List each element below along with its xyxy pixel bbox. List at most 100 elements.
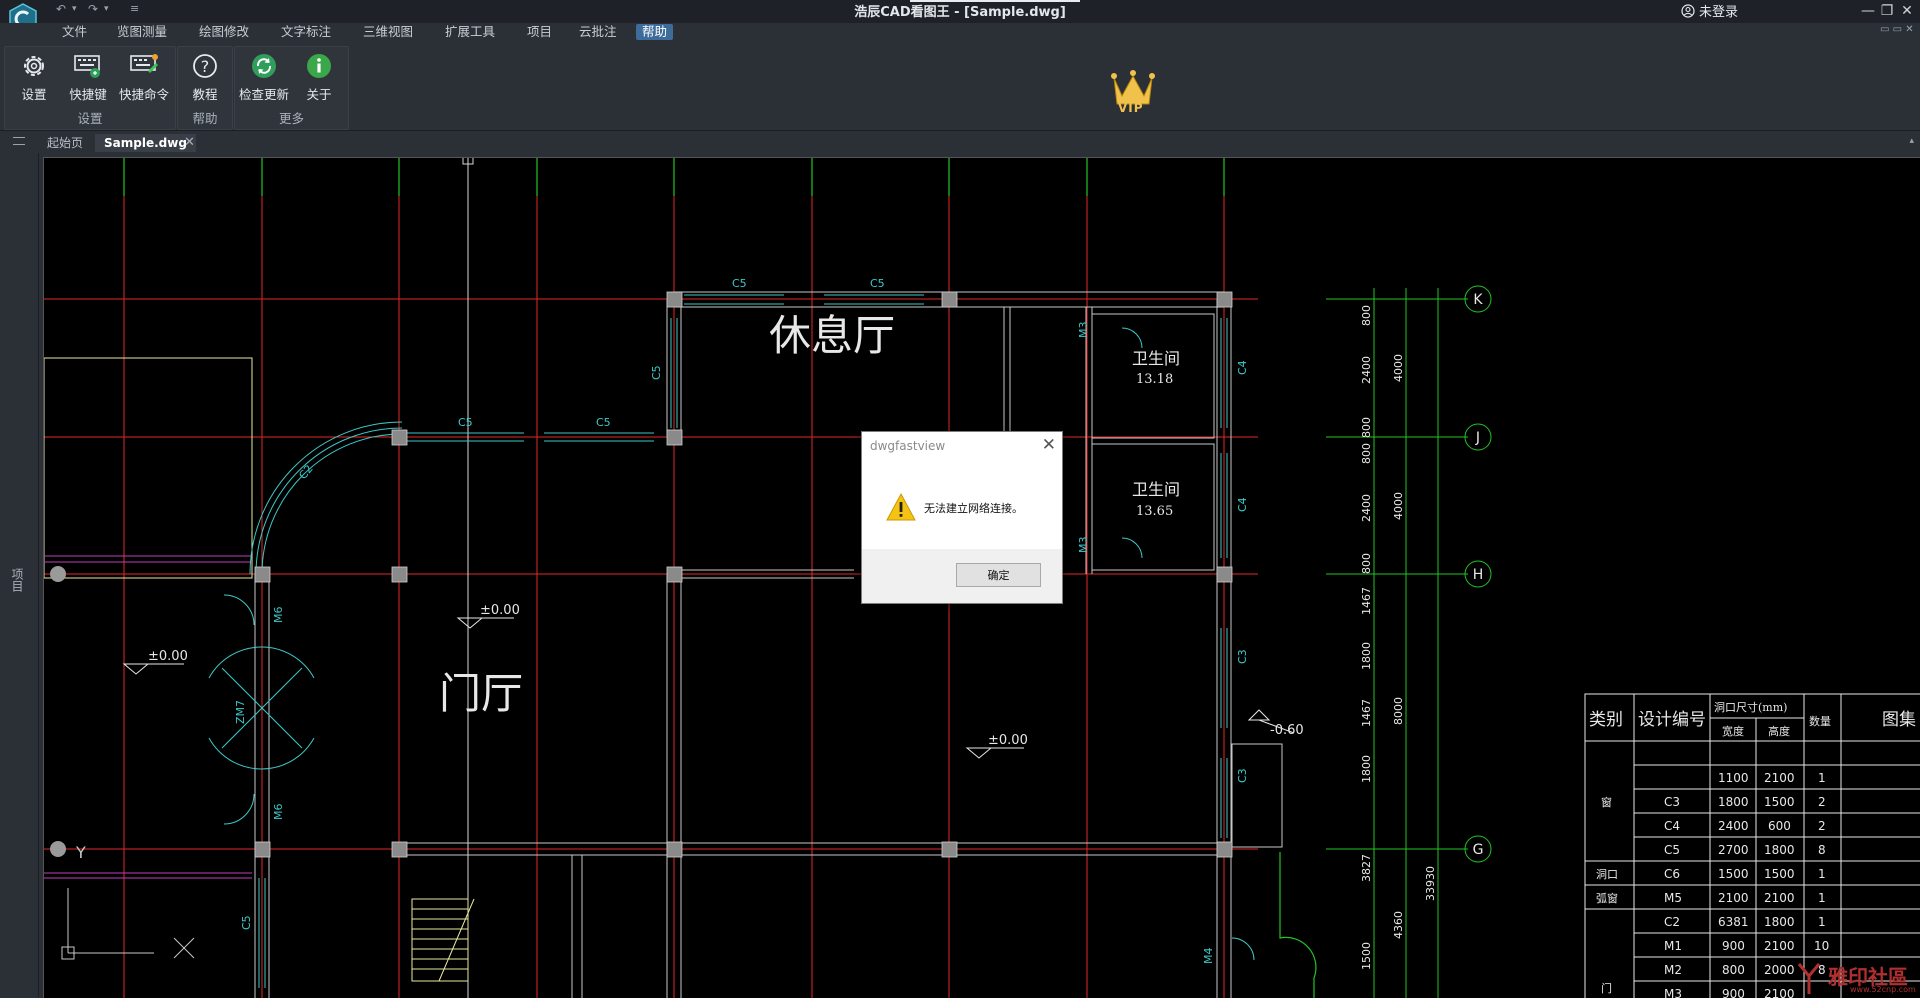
- user-icon: [1681, 4, 1695, 18]
- menu-view-measure[interactable]: 览图测量: [111, 24, 173, 40]
- menu-3d-view[interactable]: 三维视图: [357, 24, 419, 40]
- tab-sample-dwg[interactable]: Sample.dwg: [95, 134, 196, 152]
- window-tag: C4: [1236, 360, 1249, 375]
- dim-text: 800: [1360, 553, 1373, 574]
- login-button[interactable]: 未登录: [1681, 1, 1738, 20]
- table-cell: 900: [1722, 987, 1745, 998]
- about-button[interactable]: 关于: [290, 51, 348, 103]
- table-cell: 2100: [1764, 987, 1795, 998]
- dialog-close-button[interactable]: ✕: [1042, 435, 1056, 455]
- table-category: 门: [1601, 981, 1612, 995]
- table-category: 弧窗: [1596, 891, 1618, 905]
- ribbon-group-settings: 设置 快捷键 快捷命令 设置: [4, 46, 176, 130]
- door-tag: M4: [1202, 948, 1215, 965]
- table-cell: 1800: [1764, 843, 1795, 857]
- watermark-url: www.52cnp.com: [1850, 985, 1916, 994]
- table-cell: 1: [1818, 891, 1826, 905]
- refresh-icon: [252, 54, 276, 78]
- table-cell: C2: [1664, 915, 1680, 929]
- vip-crown-icon[interactable]: [1108, 64, 1158, 124]
- warning-icon: [886, 492, 916, 521]
- table-subheader: 高度: [1768, 724, 1790, 738]
- door-tag: ZM7: [234, 700, 247, 724]
- window-tag: C3: [1236, 768, 1249, 783]
- window-tag: C5: [458, 416, 473, 429]
- tab-start-page[interactable]: 起始页: [38, 134, 92, 152]
- table-cell: 1: [1818, 771, 1826, 785]
- close-window-button[interactable]: ✕: [1894, 0, 1920, 22]
- room-label-lobby: 门厅: [439, 669, 523, 718]
- table-cell: M1: [1664, 939, 1682, 953]
- table-cell: 600: [1768, 819, 1791, 833]
- table-cell: 1: [1818, 915, 1826, 929]
- table-cell: C4: [1664, 819, 1680, 833]
- dim-text: 1500: [1360, 942, 1373, 970]
- dim-text: 800: [1360, 443, 1373, 464]
- group-label-help: 帮助: [192, 111, 218, 126]
- tutorial-button[interactable]: ? 教程: [176, 51, 234, 103]
- settings-button[interactable]: 设置: [5, 51, 63, 103]
- window-tag: C3: [1236, 649, 1249, 664]
- menu-file[interactable]: 文件: [56, 24, 93, 40]
- window-title: 浩辰CAD看图王 - [Sample.dwg]: [854, 5, 1066, 20]
- table-cell: 2100: [1718, 891, 1749, 905]
- command-keyboard-icon: [130, 54, 158, 73]
- table-cell: 2400: [1718, 819, 1749, 833]
- ok-button[interactable]: 确定: [956, 563, 1041, 587]
- menu-text-annotate[interactable]: 文字标注: [275, 24, 337, 40]
- menu-project[interactable]: 项目: [521, 24, 558, 40]
- overall-dim: 33930: [1424, 866, 1437, 901]
- window-tag: C5: [650, 365, 663, 380]
- table-cell: 1100: [1718, 771, 1749, 785]
- window-tag: C5: [732, 277, 747, 290]
- table-cell: 2100: [1764, 939, 1795, 953]
- menu-draw-modify[interactable]: 绘图修改: [193, 24, 255, 40]
- tab-close-icon[interactable]: ✕: [184, 135, 195, 150]
- table-cell: 2700: [1718, 843, 1749, 857]
- table-header: 图集: [1882, 710, 1916, 730]
- table-cell: C6: [1664, 867, 1680, 881]
- tab-scroll-icon[interactable]: ▴: [1909, 136, 1914, 146]
- elevation-label: -0.60: [1270, 723, 1304, 738]
- check-update-button[interactable]: 检查更新: [235, 51, 293, 103]
- table-cell: 1500: [1718, 867, 1749, 881]
- table-cell: 1800: [1764, 915, 1795, 929]
- window-tag: C5: [596, 416, 611, 429]
- dim-text: 1467: [1360, 587, 1373, 615]
- table-cell: 2: [1818, 819, 1826, 833]
- menu-help[interactable]: 帮助: [636, 24, 674, 40]
- ribbon-min-icon[interactable]: ▭ ▭ ✕: [1880, 24, 1914, 35]
- table-cell: C3: [1664, 795, 1680, 809]
- dim-text: 2400: [1360, 494, 1373, 522]
- table-cell: 800: [1722, 963, 1745, 977]
- axis-bubble-h: H: [1473, 567, 1484, 583]
- dim-text: 1800: [1360, 755, 1373, 783]
- group-label-more: 更多: [278, 111, 304, 126]
- window-tag: C4: [1236, 497, 1249, 512]
- vip-label[interactable]: VIP: [1118, 101, 1144, 115]
- error-dialog: dwgfastview ✕ 无法建立网络连接。 确定: [861, 431, 1063, 604]
- table-header: 洞口尺寸(mm): [1714, 700, 1787, 714]
- room-area-2: 13.65: [1136, 504, 1173, 519]
- table-cell: 2100: [1764, 771, 1795, 785]
- schedule-table: [1584, 693, 1920, 998]
- dim-total: 4360: [1392, 911, 1405, 939]
- gear-icon: [24, 56, 44, 76]
- menu-extend-tools[interactable]: 扩展工具: [439, 24, 501, 40]
- info-icon: [307, 54, 331, 78]
- ribbon-group-help: ? 教程 帮助: [177, 46, 233, 130]
- door-tag: M6: [272, 804, 285, 821]
- axis-bubble-g: G: [1473, 842, 1484, 858]
- table-cell: 2000: [1764, 963, 1795, 977]
- table-header: 数量: [1809, 715, 1831, 728]
- dim-text: 1800: [1360, 642, 1373, 670]
- title-bar: ↶ ▾ ↷ ▾ ≡ 浩辰CAD看图王 - [Sample.dwg] 未登录 — …: [0, 0, 1920, 35]
- shortcut-keys-button[interactable]: 快捷键: [59, 51, 117, 103]
- svg-text:?: ?: [201, 57, 210, 76]
- elevation-label: ±0.00: [148, 649, 188, 664]
- shortcut-commands-button[interactable]: 快捷命令: [115, 51, 173, 103]
- door-tag: M6: [272, 607, 285, 624]
- project-panel-tab[interactable]: 项目: [10, 568, 26, 592]
- panel-handle-icon[interactable]: [13, 137, 25, 145]
- menu-cloud-annotate[interactable]: 云批注: [573, 24, 623, 40]
